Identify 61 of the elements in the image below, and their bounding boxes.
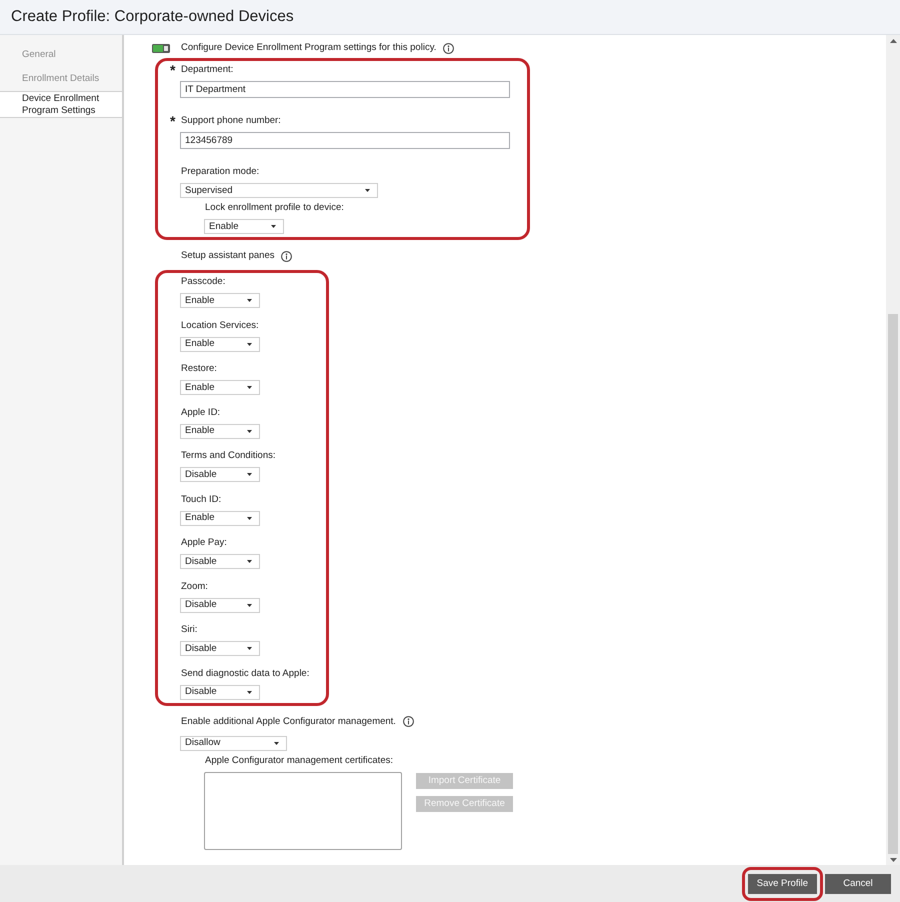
dropdown[interactable]: Enable xyxy=(180,424,260,438)
field-label: Apple Pay: xyxy=(181,537,227,549)
field-label: Location Services: xyxy=(181,320,259,332)
scrollbar-thumb[interactable] xyxy=(888,314,898,854)
caret-icon xyxy=(271,225,276,228)
caret-icon xyxy=(247,647,252,650)
section-heading: Enable additional Apple Configurator management. xyxy=(181,716,396,728)
dropdown[interactable]: Enable xyxy=(180,510,260,526)
info-icon[interactable] xyxy=(443,42,454,54)
field-label: Department: xyxy=(181,64,234,76)
field-label: Lock enrollment profile to device: xyxy=(205,202,344,214)
scroll-down-icon[interactable] xyxy=(890,858,896,862)
caret-icon xyxy=(247,342,252,346)
save-profile-button[interactable]: Save Profile xyxy=(748,874,817,894)
caret-icon xyxy=(247,560,252,563)
field-label: Siri: xyxy=(181,624,198,636)
caret-icon xyxy=(247,386,252,389)
caret-icon xyxy=(247,299,252,302)
field-label: Terms and Conditions: xyxy=(181,450,276,462)
cancel-button[interactable]: Cancel xyxy=(825,874,891,894)
dropdown[interactable]: Disable xyxy=(180,554,260,569)
field-label: Touch ID: xyxy=(181,494,222,506)
scrollbar-track[interactable] xyxy=(886,35,900,865)
field-label: Restore: xyxy=(181,363,217,375)
info-icon[interactable] xyxy=(402,716,414,727)
toggle-switch[interactable] xyxy=(152,44,170,52)
text-field[interactable]: IT Department xyxy=(180,81,510,98)
field-label: Support phone number: xyxy=(181,115,281,127)
field-label: Apple Configurator management certificates: xyxy=(205,754,393,766)
dropdown[interactable]: Disallow xyxy=(180,736,287,750)
dropdown[interactable]: Enable xyxy=(180,293,260,308)
caret-icon xyxy=(247,604,252,606)
toggle-label: Configure Device Enrollment Program settings for this policy. xyxy=(181,42,436,54)
field-label: Send diagnostic data to Apple: xyxy=(181,668,310,680)
certificate-list[interactable] xyxy=(204,772,402,850)
field-label: Zoom: xyxy=(181,580,208,592)
caret-icon xyxy=(247,430,252,432)
dropdown[interactable]: Enable xyxy=(180,336,260,352)
dropdown[interactable]: Disable xyxy=(180,598,260,612)
dropdown[interactable]: Disable xyxy=(180,467,260,482)
caret-icon xyxy=(247,473,252,476)
section-heading: Setup assistant panes xyxy=(181,250,274,262)
window-title: Create Profile: Corporate-owned Devices xyxy=(11,7,294,27)
caret-icon xyxy=(274,742,279,744)
dropdown[interactable]: Supervised xyxy=(180,183,378,198)
required-mark: * xyxy=(170,64,176,76)
sidebar-item[interactable]: Device Enrollment Program Settings xyxy=(0,91,122,118)
caret-icon xyxy=(247,690,252,694)
dropdown[interactable]: Enable xyxy=(180,380,260,395)
text-field[interactable]: 123456789 xyxy=(180,132,510,149)
field-label: Passcode: xyxy=(181,276,226,288)
field-label: Preparation mode: xyxy=(181,166,260,178)
caret-icon xyxy=(365,189,370,192)
dropdown[interactable]: Disable xyxy=(180,641,260,656)
required-mark: * xyxy=(170,115,176,127)
dropdown[interactable]: Disable xyxy=(180,684,260,700)
dropdown[interactable]: Enable xyxy=(204,219,284,234)
info-icon[interactable] xyxy=(281,250,292,262)
scroll-up-icon[interactable] xyxy=(890,39,896,43)
field-label: Apple ID: xyxy=(181,406,220,418)
caret-icon xyxy=(247,516,252,520)
